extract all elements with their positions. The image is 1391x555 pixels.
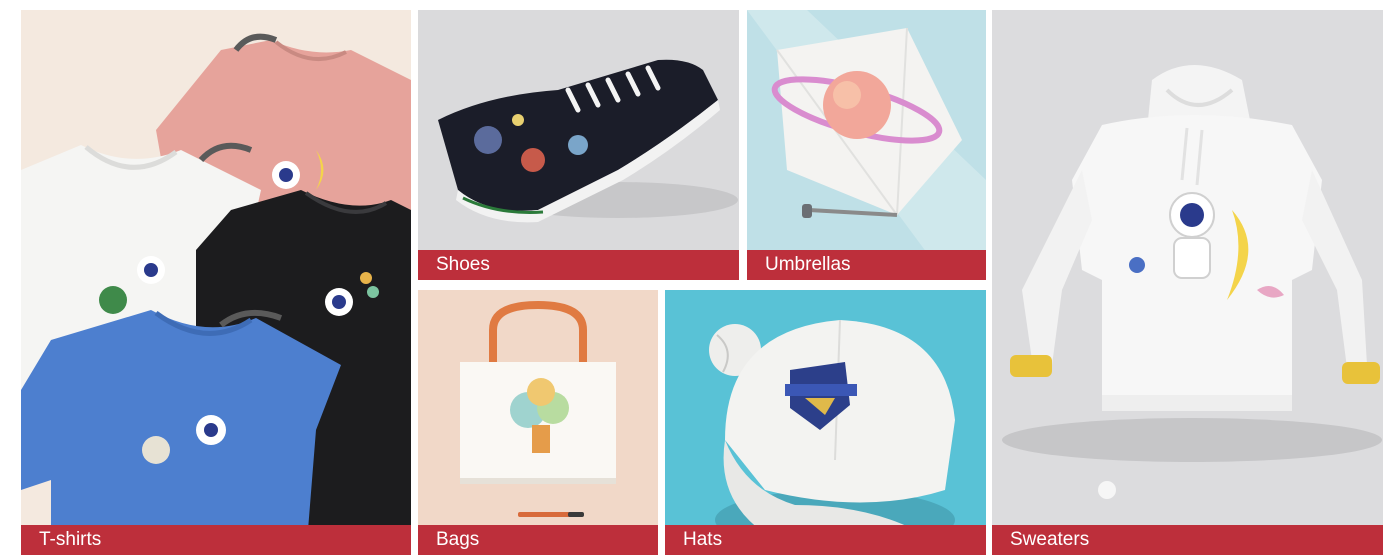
- tshirts-tile[interactable]: T-shirts: [21, 10, 411, 555]
- hats-tile[interactable]: Hats: [665, 290, 986, 555]
- bags-tile[interactable]: Bags: [418, 290, 658, 555]
- hats-image: [665, 290, 986, 555]
- tshirts-image: [21, 10, 411, 555]
- shoes-tile[interactable]: Shoes: [418, 10, 739, 280]
- tile-label: Umbrellas: [747, 250, 986, 280]
- tile-label: Shoes: [418, 250, 739, 280]
- tile-label: Hats: [665, 525, 986, 555]
- tile-label: T-shirts: [21, 525, 411, 555]
- umbrellas-tile[interactable]: Umbrellas: [747, 10, 986, 280]
- sweaters-image: [992, 10, 1383, 555]
- sweaters-tile[interactable]: Sweaters: [992, 10, 1383, 555]
- tile-label: Sweaters: [992, 525, 1383, 555]
- shoes-image: [418, 10, 739, 280]
- bags-image: [418, 290, 658, 555]
- umbrellas-image: [747, 10, 986, 280]
- tile-label: Bags: [418, 525, 658, 555]
